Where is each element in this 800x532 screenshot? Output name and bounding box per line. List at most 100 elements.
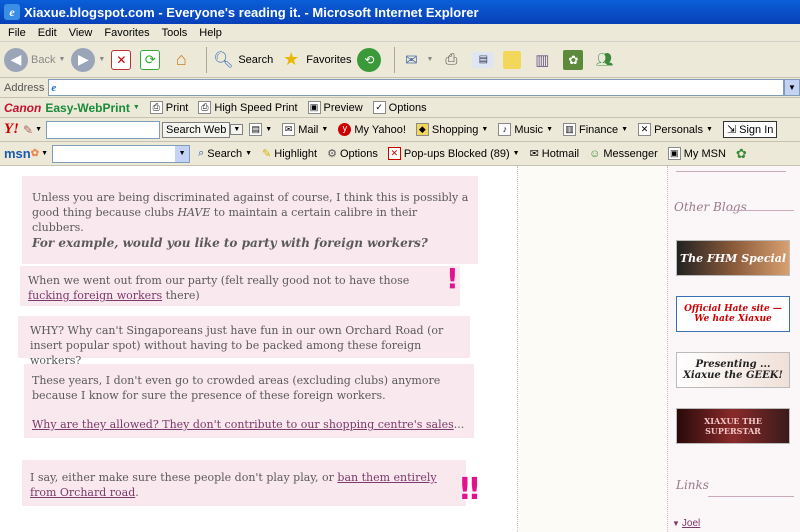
personals-icon: ✕ bbox=[638, 123, 652, 136]
post-paragraph: I say, either make sure these people don… bbox=[30, 470, 456, 500]
highlight-button[interactable]: ✎ Highlight bbox=[262, 147, 318, 161]
menu-edit[interactable]: Edit bbox=[32, 27, 63, 39]
layout-icon: ▤ bbox=[249, 123, 263, 136]
yahoo-sign-in-button[interactable]: ⇲ Sign In bbox=[722, 121, 778, 138]
sidebar-link-joel[interactable]: ▼ Joel bbox=[672, 518, 700, 529]
highlight-label: Highlight bbox=[274, 147, 318, 160]
icq-button[interactable]: ✿ bbox=[563, 49, 586, 70]
mail-icon: ✉ bbox=[282, 123, 296, 136]
exclamation-mark-icon: ! bbox=[446, 262, 459, 295]
research-button[interactable]: ▥ bbox=[530, 48, 557, 72]
sidebar-divider bbox=[676, 166, 786, 172]
yahoo-search-dropdown[interactable]: ▼ bbox=[230, 124, 244, 135]
preview-button[interactable]: ▣ Preview bbox=[307, 101, 363, 114]
chart-icon: ▥ bbox=[563, 123, 576, 136]
chevron-down-icon: ▼ bbox=[512, 150, 520, 157]
msn-search-input[interactable]: ▼ bbox=[52, 144, 191, 163]
mail-icon: ✉ bbox=[405, 51, 418, 69]
post-question: For example, would you like to party wit… bbox=[32, 236, 428, 250]
forward-button[interactable]: ▶ ▼ bbox=[71, 47, 105, 72]
msn-search-button[interactable]: ⌕ Search ▼ bbox=[198, 147, 252, 160]
chevron-down-icon[interactable]: ▼ bbox=[175, 145, 190, 162]
yahoo-layout-button[interactable]: ▤ ▼ bbox=[249, 123, 272, 136]
chevron-down-icon: ▼ bbox=[58, 56, 66, 63]
geek-banner-text: Presenting ... Xiaxue the GEEK! bbox=[683, 359, 783, 381]
msn-logo-button[interactable]: msn ✿ ▼ bbox=[4, 146, 48, 161]
high-speed-print-button[interactable]: ⎙ High Speed Print bbox=[198, 101, 298, 114]
msn-options-label: Options bbox=[339, 147, 378, 160]
print-button[interactable]: ⎙ bbox=[439, 48, 466, 72]
music-button[interactable]: ♪ Music ▼ bbox=[498, 123, 553, 136]
hate-site-banner[interactable]: Official Hate site — We hate Xiaxue bbox=[676, 296, 790, 332]
popups-blocked-label: Pop-ups Blocked (89) bbox=[403, 147, 510, 160]
toolbar-extension-icon[interactable]: ✿ bbox=[736, 146, 747, 162]
canon-options-button[interactable]: ✓ Options bbox=[372, 101, 427, 114]
menu-file[interactable]: File bbox=[2, 27, 32, 39]
messenger-button[interactable]: 👥︎ bbox=[592, 48, 619, 72]
popup-blocker-button[interactable]: ✕ Pop-ups Blocked (89) ▼ bbox=[387, 147, 520, 160]
yahoo-search-input[interactable] bbox=[46, 120, 160, 139]
history-button[interactable]: ⟲ bbox=[357, 47, 384, 72]
window-title: Xiaxue.blogspot.com - Everyone's reading… bbox=[24, 4, 479, 20]
search-icon: 🔍︎ bbox=[213, 51, 234, 69]
chevron-down-icon: ▼ bbox=[233, 126, 241, 133]
sign-in-label: Sign In bbox=[739, 123, 774, 136]
menu-tools[interactable]: Tools bbox=[156, 27, 194, 39]
foreign-workers-link[interactable]: fucking foreign workers bbox=[28, 289, 162, 302]
flower-icon: ✿ bbox=[563, 49, 584, 70]
sign-in-icon: ⇲ bbox=[726, 124, 737, 136]
pencil-icon: ✎ bbox=[23, 122, 34, 137]
address-bar: Address e ▼ bbox=[0, 78, 800, 98]
superstar-banner[interactable]: XIAXUE THE SUPERSTAR bbox=[676, 408, 790, 444]
other-blogs-heading: Other Blogs bbox=[674, 200, 747, 214]
post-paragraph: When we went out from our party (felt re… bbox=[28, 273, 448, 303]
easy-webprint-menu[interactable]: Easy-WebPrint ▼ bbox=[45, 101, 139, 115]
search-button[interactable]: 🔍︎ Search bbox=[211, 48, 273, 72]
personals-button[interactable]: ✕ Personals ▼ bbox=[638, 123, 713, 136]
menu-help[interactable]: Help bbox=[193, 27, 228, 39]
address-input[interactable]: e bbox=[48, 79, 784, 96]
page-icon: e bbox=[51, 81, 57, 94]
menu-favorites[interactable]: Favorites bbox=[98, 27, 155, 39]
yahoo-logo[interactable]: Y! bbox=[4, 121, 19, 138]
search-icon: ⌕ bbox=[198, 147, 205, 159]
msn-options-button[interactable]: ⚙ Options bbox=[327, 147, 378, 161]
refresh-button[interactable]: ⟳ bbox=[140, 49, 163, 70]
address-dropdown[interactable]: ▼ bbox=[784, 79, 800, 96]
stop-icon: ✕ bbox=[111, 49, 132, 70]
favorites-button[interactable]: ★ Favorites bbox=[279, 48, 351, 72]
messenger-link-button[interactable]: ☺ Messenger bbox=[589, 148, 658, 160]
geek-banner[interactable]: Presenting ... Xiaxue the GEEK! bbox=[676, 352, 790, 388]
canon-print-button[interactable]: ⎙ Print bbox=[149, 101, 188, 114]
post-text: . bbox=[135, 486, 139, 499]
page-content: Unless you are being discriminated again… bbox=[0, 166, 800, 532]
notes-button[interactable] bbox=[503, 50, 524, 69]
yahoo-mail-button[interactable]: ✉ Mail ▼ bbox=[282, 123, 328, 136]
yahoo-pencil-menu[interactable]: ✎ ▼ bbox=[23, 123, 42, 137]
my-msn-button[interactable]: ▣ My MSN bbox=[667, 147, 726, 160]
toolbar-separator bbox=[394, 46, 396, 73]
hotmail-button[interactable]: ✉ Hotmail bbox=[530, 147, 580, 161]
edit-button[interactable]: ▤ bbox=[472, 51, 497, 68]
stop-button[interactable]: ✕ bbox=[111, 49, 134, 70]
my-msn-icon: ▣ bbox=[667, 147, 681, 160]
finance-button[interactable]: ▥ Finance ▼ bbox=[563, 123, 628, 136]
books-icon: ▥ bbox=[535, 51, 550, 69]
messenger-people-icon: 👥︎ bbox=[595, 51, 614, 67]
chevron-down-icon: ▼ bbox=[546, 126, 553, 133]
mail-button[interactable]: ✉ ▼ bbox=[399, 48, 433, 72]
my-yahoo-icon: y bbox=[338, 123, 352, 136]
back-button[interactable]: ◀ Back ▼ bbox=[4, 47, 66, 72]
shopping-sales-link[interactable]: Why are they allowed? They don't contrib… bbox=[32, 418, 454, 431]
my-yahoo-button[interactable]: y My Yahoo! bbox=[338, 123, 406, 136]
my-msn-label: My MSN bbox=[683, 147, 726, 160]
fhm-special-banner[interactable]: The FHM Special bbox=[676, 240, 790, 276]
shopping-button[interactable]: ◆ Shopping ▼ bbox=[415, 123, 488, 136]
highlighter-icon: ✎ bbox=[262, 148, 272, 160]
menu-view[interactable]: View bbox=[63, 27, 99, 39]
post-paragraph: Unless you are being discriminated again… bbox=[32, 190, 472, 235]
yahoo-search-web-button[interactable]: Search Web bbox=[162, 121, 231, 138]
home-button[interactable]: ⌂ bbox=[169, 48, 196, 72]
chevron-down-icon: ▼ bbox=[321, 126, 329, 133]
chevron-down-icon: ▼ bbox=[788, 83, 796, 92]
